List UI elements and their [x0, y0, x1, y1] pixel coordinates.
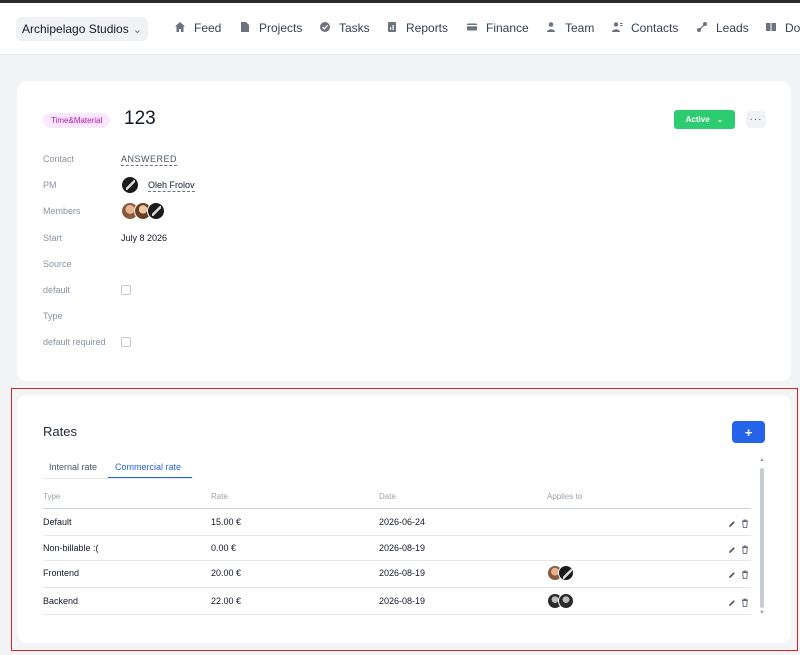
nav-item-leads[interactable]: Leads — [696, 21, 749, 35]
nav-item-team[interactable]: Team — [545, 21, 594, 35]
pm-avatar — [121, 176, 139, 194]
organization-name: Archipelago Studios — [22, 22, 129, 36]
project-type-badge: Time&Material — [43, 113, 111, 128]
pm-label: PM — [43, 180, 57, 190]
nav-item-feed[interactable]: Feed — [174, 21, 221, 35]
chevron-down-icon: ⌄ — [716, 115, 724, 124]
status-label: Active — [685, 115, 710, 124]
member-avatar — [147, 202, 165, 220]
nav-item-reports[interactable]: Reports — [386, 21, 448, 35]
nav-item-label: Leads — [716, 21, 749, 35]
more-options-button[interactable]: ··· — [746, 111, 766, 128]
type-label: Type — [43, 311, 63, 321]
default-label: default — [43, 285, 71, 295]
pm-value[interactable]: Oleh Frolov — [148, 180, 195, 192]
nav-item-label: Doc — [785, 21, 800, 35]
doc-icon — [765, 21, 779, 35]
person-icon — [545, 21, 559, 35]
contacts-icon — [611, 21, 625, 35]
nav-item-finance[interactable]: Finance — [466, 21, 529, 35]
nav-item-projects[interactable]: Projects — [239, 21, 302, 35]
project-title[interactable]: 123 — [124, 108, 156, 130]
default-required-label: default required — [43, 337, 106, 347]
chevron-down-icon: ⌄ — [132, 23, 142, 36]
start-label: Start — [43, 233, 63, 243]
nav-item-contacts[interactable]: Contacts — [611, 21, 678, 35]
nav-item-label: Feed — [194, 21, 222, 35]
project-details-card: Time&Material 123 Active ⌄ ··· Contact A… — [17, 81, 791, 381]
default-required-checkbox[interactable] — [121, 337, 131, 347]
nav-item-tasks[interactable]: Tasks — [319, 21, 370, 35]
highlight-box — [11, 388, 798, 651]
home-icon — [174, 21, 188, 35]
card-icon — [466, 21, 480, 35]
leads-icon — [696, 21, 710, 35]
contact-value[interactable]: ANSWERED — [121, 154, 178, 166]
nav-item-label: Team — [565, 21, 595, 35]
file-icon — [239, 21, 253, 35]
start-value[interactable]: July 8 2026 — [121, 233, 167, 243]
check-circle-icon — [319, 21, 333, 35]
default-checkbox[interactable] — [121, 285, 131, 295]
nav-item-label: Projects — [259, 21, 303, 35]
nav-item-label: Reports — [406, 21, 449, 35]
nav-item-label: Contacts — [631, 21, 679, 35]
nav-item-doc[interactable]: Doc — [765, 21, 800, 35]
source-label: Source — [43, 259, 72, 269]
report-icon — [386, 21, 400, 35]
top-navigation: Archipelago Studios ⌄ Feed Projects Task… — [0, 3, 800, 55]
contact-label: Contact — [43, 154, 75, 164]
members-label: Members — [43, 206, 81, 216]
status-dropdown[interactable]: Active ⌄ — [674, 110, 735, 129]
nav-item-label: Tasks — [339, 21, 370, 35]
more-icon: ··· — [749, 114, 763, 125]
organization-switcher[interactable]: Archipelago Studios ⌄ — [16, 17, 148, 41]
nav-item-label: Finance — [486, 21, 529, 35]
